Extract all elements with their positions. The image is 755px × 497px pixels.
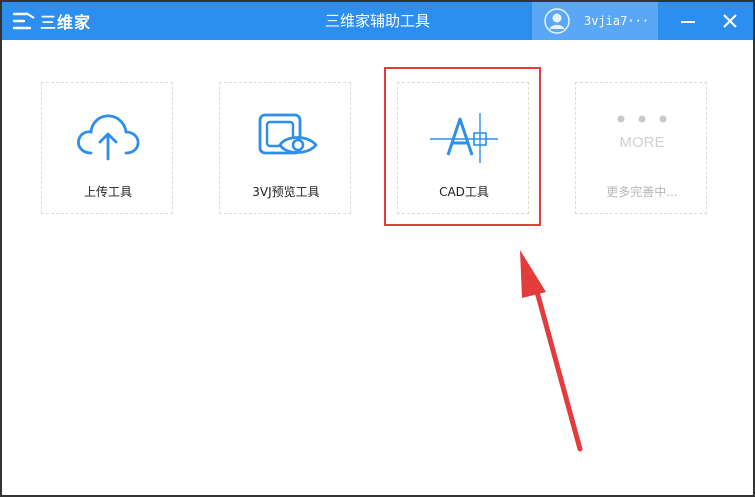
- minimize-icon: [681, 21, 695, 23]
- tool-tile-upload[interactable]: 上传工具: [41, 82, 173, 214]
- more-icon: MORE: [617, 115, 667, 151]
- tile-icon-wrap: [42, 107, 174, 167]
- app-window: 三维家 三维家辅助工具 3vjia7··· 上传工具 3VJ预览工具 CAD工具…: [0, 0, 755, 497]
- logo-icon: [12, 12, 35, 30]
- minimize-button[interactable]: [670, 2, 706, 40]
- logo-text: 三维家: [40, 13, 92, 32]
- app-logo: 三维家: [12, 8, 91, 34]
- more-icon-text: MORE: [620, 134, 665, 151]
- avatar[interactable]: [544, 8, 570, 34]
- tool-label: 更多完善中...: [606, 185, 678, 199]
- tool-tile-preview[interactable]: 3VJ预览工具: [219, 82, 351, 214]
- user-icon: [544, 8, 570, 34]
- user-account[interactable]: 3vjia7···: [532, 2, 658, 40]
- highlight-box: [384, 67, 541, 226]
- cloud-upload-icon: [77, 114, 140, 161]
- tool-label: 上传工具: [83, 185, 132, 199]
- tool-panel: 上传工具 3VJ预览工具 CAD工具 MORE 更多完善中...: [2, 40, 753, 495]
- tool-label: 3VJ预览工具: [252, 185, 320, 199]
- tile-icon-wrap: [220, 107, 352, 167]
- close-button[interactable]: [712, 2, 748, 40]
- eye-preview-icon: [258, 113, 318, 155]
- annotation-arrow: [520, 250, 583, 452]
- close-icon: [723, 14, 737, 28]
- title-bar[interactable]: 三维家 三维家辅助工具 3vjia7···: [2, 2, 753, 40]
- tool-tile-more: MORE 更多完善中...: [575, 82, 707, 214]
- tile-icon-wrap: MORE: [576, 107, 708, 167]
- user-name: 3vjia7···: [584, 14, 650, 28]
